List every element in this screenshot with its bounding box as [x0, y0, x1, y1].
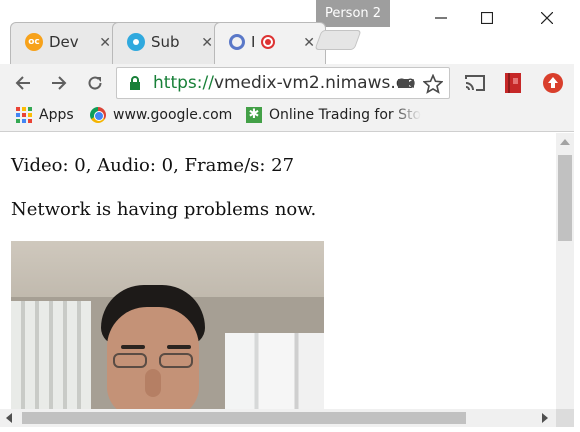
star-icon[interactable] [423, 74, 443, 94]
minimize-icon [435, 17, 447, 19]
video-person-glasses [111, 353, 197, 369]
apps-grid-icon [16, 107, 32, 123]
reload-icon [88, 76, 102, 90]
maximize-icon [481, 12, 493, 24]
close-icon [541, 12, 553, 24]
bookmark-label: Online Trading for Sto [269, 107, 421, 123]
maximize-button[interactable] [464, 0, 510, 36]
opencart-icon: oc [25, 33, 43, 51]
chrome-icon [90, 107, 106, 123]
lock-icon [130, 76, 140, 90]
bookmark-google[interactable]: www.google.com [90, 107, 232, 123]
tab-title: Dev [49, 33, 79, 51]
new-tab-button[interactable] [314, 30, 362, 50]
bookmark-label: www.google.com [113, 107, 233, 123]
profile-button[interactable]: Person 2 [316, 0, 390, 27]
scroll-right-arrow-icon[interactable] [542, 413, 548, 423]
url-host: vmedix-vm2.nimaws.co [213, 73, 416, 93]
tab-title: Sub [151, 33, 180, 51]
title-bar: Person 2 oc Dev ✕ Sub ✕ I ✕ [0, 0, 580, 64]
window-close-button[interactable] [524, 0, 570, 36]
window-edge [0, 427, 580, 432]
video-person-nose [145, 369, 161, 397]
tab-dev[interactable]: oc Dev ✕ [10, 22, 122, 64]
page-content: Video: 0, Audio: 0, Frame/s: 27 Network … [0, 133, 556, 409]
scroll-up-arrow-icon[interactable] [560, 139, 570, 145]
tab-active[interactable]: I ✕ [214, 22, 326, 64]
video-left-window [11, 301, 91, 409]
cast-button[interactable] [462, 70, 488, 96]
tab-close-icon[interactable]: ✕ [201, 35, 213, 51]
scrollbar-corner [556, 409, 574, 427]
scroll-left-arrow-icon[interactable] [6, 413, 12, 423]
url-text: https://vmedix-vm2.nimaws.co [153, 73, 416, 93]
vertical-scroll-thumb[interactable] [558, 155, 572, 241]
arrow-right-icon [52, 76, 67, 90]
url-scheme: https:// [153, 73, 214, 93]
back-button[interactable] [8, 68, 38, 98]
network-status-text: Network is having problems now. [11, 199, 317, 220]
vertical-scrollbar[interactable] [556, 133, 574, 409]
horizontal-scroll-thumb[interactable] [22, 412, 466, 424]
address-bar[interactable]: https://vmedix-vm2.nimaws.co [116, 67, 450, 99]
bookmark-label: Apps [39, 107, 74, 123]
tab-sub[interactable]: Sub ✕ [112, 22, 224, 64]
bookmark-online-trading[interactable]: ✱ Online Trading for Sto [246, 107, 421, 123]
reload-button[interactable] [80, 68, 110, 98]
toolbar: https://vmedix-vm2.nimaws.co [0, 64, 580, 102]
tab-title: I [251, 33, 256, 51]
stethoscope-icon [229, 34, 245, 50]
bookmark-extension-button[interactable] [500, 70, 526, 96]
video-right-window [225, 333, 324, 409]
upload-extension-button[interactable] [540, 70, 566, 96]
video-person-brow [121, 345, 145, 349]
camera-icon[interactable] [397, 74, 415, 92]
stream-stats-text: Video: 0, Audio: 0, Frame/s: 27 [11, 155, 295, 176]
cast-icon [465, 75, 485, 91]
window-edge [574, 64, 580, 432]
bookmarks-bar: Apps www.google.com ✱ Online Trading for… [0, 102, 580, 132]
book-icon [505, 73, 521, 93]
bookmark-apps[interactable]: Apps [16, 107, 74, 123]
horizontal-scrollbar[interactable] [0, 409, 556, 427]
minimize-button[interactable] [418, 0, 464, 36]
forward-button[interactable] [44, 68, 74, 98]
upload-arrow-icon [543, 73, 563, 93]
video-person-brow [167, 345, 191, 349]
tab-close-icon[interactable]: ✕ [303, 35, 315, 51]
arrow-left-icon [15, 76, 30, 90]
recording-icon [261, 35, 276, 49]
trading-icon: ✱ [246, 107, 262, 123]
sublime-icon [127, 33, 145, 51]
video-feed [11, 241, 324, 409]
tab-close-icon[interactable]: ✕ [99, 35, 111, 51]
